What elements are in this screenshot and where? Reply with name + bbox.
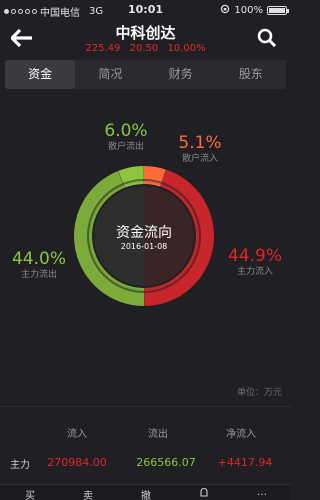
- tab-fund[interactable]: 资金: [5, 60, 76, 89]
- retail-inflow-stat: 5.1% 散户流入: [170, 134, 230, 165]
- main-outflow-label: 主力流出: [20, 270, 57, 280]
- main-inflow-pct: 44.9%: [227, 246, 282, 266]
- trade-toolbar: 买 卖 撤 …: [0, 484, 291, 500]
- alert-button[interactable]: [189, 487, 219, 500]
- header-net: 净流入: [226, 429, 256, 440]
- search-icon: [257, 28, 277, 48]
- main-inflow-stat: 44.9% 主力流入: [222, 247, 288, 278]
- bell-icon: [200, 487, 208, 497]
- retail-outflow-stat: 6.0% 散户流出: [96, 122, 156, 153]
- donut-center-title: 资金流向: [116, 225, 172, 241]
- main-outflow-stat: 44.0% 主力流出: [6, 250, 72, 281]
- sell-button[interactable]: 卖: [73, 487, 103, 500]
- retail-outflow-pct: 6.0%: [104, 121, 148, 141]
- search-button[interactable]: [257, 28, 277, 48]
- lock-rotation-icon: [220, 4, 230, 17]
- more-button[interactable]: …: [247, 487, 277, 498]
- tab-finance[interactable]: 财务: [146, 60, 216, 89]
- row-inflow: 270984.00: [47, 456, 107, 469]
- tab-shareholders[interactable]: 股东: [216, 60, 286, 89]
- header-outflow: 流出: [148, 429, 168, 440]
- status-right: 100%: [220, 4, 289, 17]
- battery-percent: 100%: [234, 5, 263, 16]
- header-inflow: 流入: [67, 429, 87, 440]
- retail-inflow-pct: 5.1%: [178, 133, 222, 153]
- main-inflow-label: 主力流入: [236, 267, 273, 277]
- stock-name: 中科创达: [115, 24, 176, 42]
- stock-price: 225.49: [85, 43, 121, 54]
- donut-center-date: 2016-01-08: [120, 242, 168, 251]
- battery-icon: [267, 6, 289, 15]
- unit-label: 单位：万元: [236, 388, 282, 398]
- row-outflow: 266566.07: [136, 456, 196, 469]
- nav-bar: 中科创达 225.49 20.50 10.00%: [0, 20, 291, 56]
- main-outflow-pct: 44.0%: [11, 249, 66, 269]
- retail-outflow-label: 散户流出: [107, 142, 144, 152]
- stock-change: 20.50: [129, 43, 159, 54]
- tab-overview[interactable]: 简况: [75, 60, 145, 89]
- status-bar: 中国电信 3G 10:01 100%: [0, 0, 291, 20]
- tab-bar: 资金 简况 财务 股东: [5, 60, 286, 89]
- cancel-order-button[interactable]: 撤: [131, 487, 161, 500]
- stock-quote: 225.49 20.50 10.00%: [0, 43, 291, 54]
- buy-button[interactable]: 买: [15, 487, 45, 500]
- row-net: +4417.94: [217, 456, 273, 469]
- section-divider: [0, 406, 291, 407]
- stock-change-pct: 10.00%: [167, 43, 206, 54]
- row-label: 主力: [10, 460, 30, 471]
